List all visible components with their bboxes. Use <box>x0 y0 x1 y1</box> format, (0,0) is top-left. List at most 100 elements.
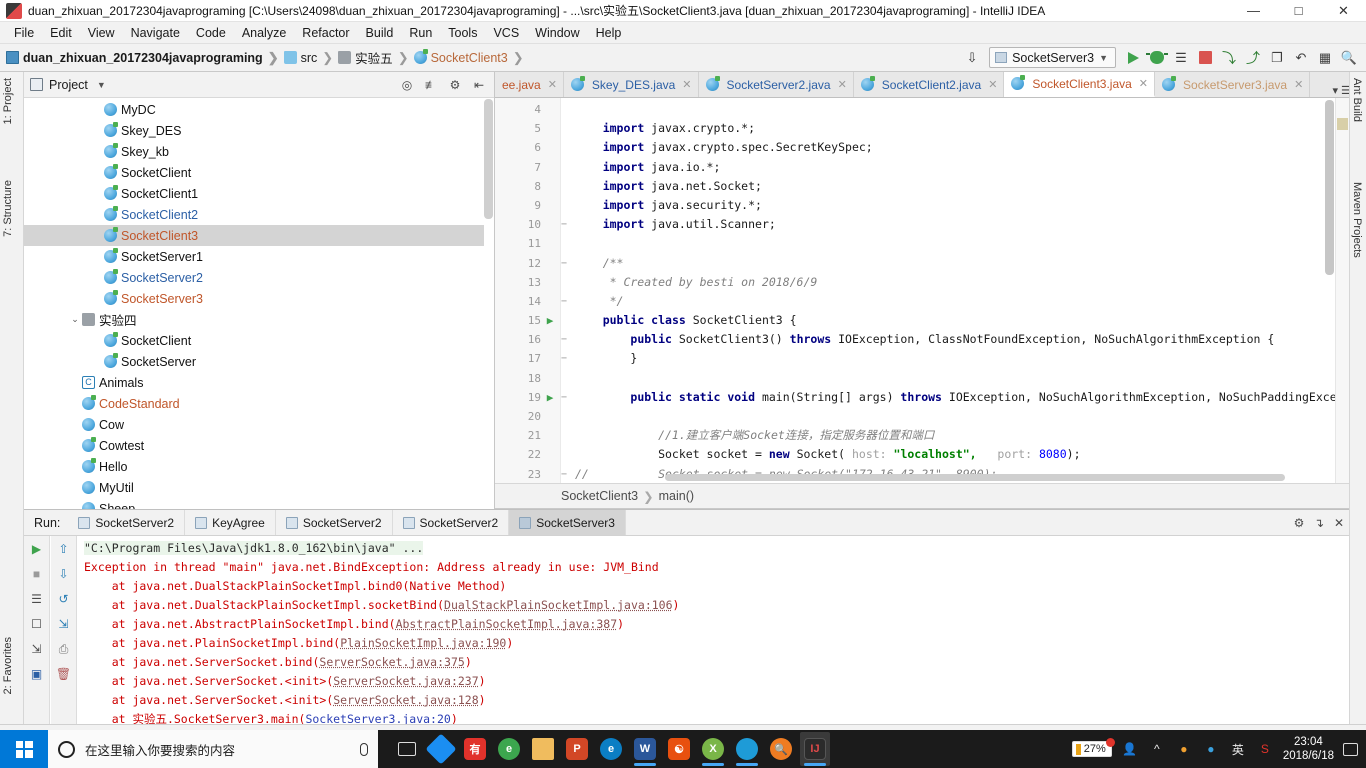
tree-node[interactable]: SocketServer <box>24 351 484 372</box>
tree-node[interactable]: MyUtil <box>24 477 484 498</box>
tree-node[interactable]: SocketClient <box>24 330 484 351</box>
fold-marker-icon[interactable]: − <box>557 292 571 311</box>
settings-icon[interactable]: ⚙ <box>446 76 464 94</box>
cortana-icon[interactable] <box>732 732 762 766</box>
task-view-icon[interactable] <box>392 732 422 766</box>
close-icon[interactable]: ✕ <box>548 78 557 91</box>
scroll-to-end-icon[interactable]: ⇲ <box>55 615 73 633</box>
editor-horizontal-scrollbar[interactable] <box>665 474 1285 481</box>
editor-tab[interactable]: SocketClient3.java ✕ <box>1004 72 1156 97</box>
editor-tab[interactable]: ee.java ✕ <box>495 72 564 97</box>
baidu-icon[interactable]: 有 <box>460 732 490 766</box>
code-line[interactable]: 22 Socket socket = new Socket( host: "lo… <box>495 445 1335 464</box>
code-line[interactable]: 15 ▶ public class SocketClient3 { <box>495 311 1335 330</box>
tree-node[interactable]: SocketClient1 <box>24 183 484 204</box>
chevron-down-icon[interactable]: ⌄ <box>68 314 82 325</box>
chevron-down-icon[interactable]: ▼ <box>94 80 106 90</box>
breadcrumb-package[interactable]: 实验五 ❯ <box>338 48 413 67</box>
rerun-icon[interactable]: ▶ <box>28 540 46 558</box>
search-icon[interactable]: 🔍 <box>1338 47 1360 69</box>
fold-marker-icon[interactable]: − <box>557 465 571 483</box>
clock[interactable]: 23:04 2018/6/18 <box>1283 735 1334 763</box>
close-icon[interactable]: ✕ <box>1139 77 1148 90</box>
intellij-icon[interactable]: IJ <box>800 732 830 766</box>
code-line[interactable]: 16 − public SocketClient3() throws IOExce… <box>495 330 1335 349</box>
run-gutter-icon[interactable]: ▶ <box>543 388 557 407</box>
tree-node[interactable]: SocketServer3 <box>24 288 484 309</box>
menu-tools[interactable]: Tools <box>440 24 485 42</box>
tool-button-favorites[interactable]: 2: Favorites <box>2 637 14 694</box>
menu-refactor[interactable]: Refactor <box>294 24 357 42</box>
code-line[interactable]: 14 − */ <box>495 292 1335 311</box>
run-icon[interactable] <box>1122 47 1144 69</box>
close-icon[interactable]: ✕ <box>988 78 997 91</box>
tool-button-ant-build[interactable]: Ant Build <box>1351 78 1363 125</box>
menu-code[interactable]: Code <box>188 24 234 42</box>
tree-node[interactable]: SocketClient3 <box>24 225 484 246</box>
tree-node[interactable]: CodeStandard <box>24 393 484 414</box>
console-stacktrace-link[interactable]: PlainSocketImpl.java:190 <box>340 636 506 650</box>
shield-icon[interactable]: ● <box>1202 740 1220 758</box>
location-icon[interactable]: ● <box>1175 740 1193 758</box>
update-project-icon[interactable]: ⤵ <box>1218 47 1240 69</box>
menu-vcs[interactable]: VCS <box>485 24 527 42</box>
code-line[interactable]: 10 − import java.util.Scanner; <box>495 215 1335 234</box>
tree-node[interactable]: C Animals <box>24 372 484 393</box>
export-icon[interactable]: ⇲ <box>28 640 46 658</box>
code-line[interactable]: 11 <box>495 234 1335 253</box>
run-tab[interactable]: SocketServer3 <box>509 510 626 535</box>
wrap-icon[interactable]: ▣ <box>28 665 46 683</box>
edge-icon[interactable]: e <box>596 732 626 766</box>
clear-all-icon[interactable]: 🗑 <box>55 665 73 683</box>
search-everywhere-icon[interactable]: ▦ <box>1314 47 1336 69</box>
minimize-icon[interactable]: ↴ <box>1309 513 1329 533</box>
console-stacktrace-link[interactable]: SocketServer3.java:20 <box>305 712 450 724</box>
settings-icon[interactable]: ⚙ <box>1289 513 1309 533</box>
coverage-icon[interactable]: ☰ <box>1170 47 1192 69</box>
close-icon[interactable]: ✕ <box>1294 78 1303 91</box>
run-configuration-selector[interactable]: SocketServer3 ▼ <box>989 47 1116 68</box>
scroll-down-icon[interactable]: ⇩ <box>55 565 73 583</box>
menu-analyze[interactable]: Analyze <box>234 24 294 42</box>
tree-node[interactable]: Hello <box>24 456 484 477</box>
editor-tab[interactable]: SocketServer3.java ✕ <box>1155 72 1311 97</box>
fold-marker-icon[interactable]: − <box>557 215 571 234</box>
tree-node[interactable]: ⌄ 实验四 <box>24 309 484 330</box>
console-stacktrace-link[interactable]: ServerSocket.java:375 <box>319 655 464 669</box>
console-stacktrace-link[interactable]: AbstractPlainSocketImpl.java:387 <box>396 617 618 631</box>
console-stacktrace-link[interactable]: ServerSocket.java:128 <box>333 693 478 707</box>
tree-node[interactable]: SocketServer2 <box>24 267 484 288</box>
breadcrumb-method-name[interactable]: main() <box>659 489 694 503</box>
code-line[interactable]: 6 import javax.crypto.spec.SecretKeySpec… <box>495 138 1335 157</box>
copy-icon[interactable]: ❐ <box>1266 47 1288 69</box>
sort-icon[interactable]: ⇩ <box>961 47 983 69</box>
tree-node[interactable]: Skey_kb <box>24 141 484 162</box>
ie-green-icon[interactable]: e <box>494 732 524 766</box>
dingtalk-icon[interactable] <box>425 732 457 766</box>
xmind-icon[interactable]: X <box>698 732 728 766</box>
project-tree[interactable]: MyDC Skey_DES Skey_kb SocketClient SocketCli… <box>24 98 484 509</box>
collapse-all-icon[interactable]: ≢ <box>422 76 440 94</box>
microphone-icon[interactable] <box>360 742 368 756</box>
breadcrumb-project[interactable]: duan_zhixuan_20172304javaprograming ❯ <box>6 50 284 66</box>
tool-button-maven[interactable]: Maven Projects <box>1351 182 1363 261</box>
close-icon[interactable]: ✕ <box>682 78 691 91</box>
maximize-button[interactable]: □ <box>1276 0 1321 22</box>
tool-button-project[interactable]: 1: Project <box>2 78 14 124</box>
code-editor[interactable]: 45 import javax.crypto.*; 6 import javax.… <box>495 98 1335 483</box>
run-tab[interactable]: SocketServer2 <box>68 510 186 535</box>
code-line[interactable]: 18 <box>495 369 1335 388</box>
project-scrollbar[interactable] <box>484 99 493 219</box>
chevron-up-icon[interactable]: ^ <box>1148 740 1166 758</box>
explorer-icon[interactable] <box>528 732 558 766</box>
breadcrumb-src[interactable]: src ❯ <box>283 50 339 66</box>
code-line[interactable]: 4 <box>495 100 1335 119</box>
hide-icon[interactable]: ⇤ <box>470 76 488 94</box>
tree-node[interactable]: MyDC <box>24 99 484 120</box>
editor-tab[interactable]: SocketServer2.java ✕ <box>698 72 854 97</box>
menu-navigate[interactable]: Navigate <box>123 24 188 42</box>
code-line[interactable]: 12 − /** <box>495 254 1335 273</box>
menu-file[interactable]: File <box>6 24 42 42</box>
people-icon[interactable]: 👤 <box>1121 740 1139 758</box>
run-tab[interactable]: SocketServer2 <box>275 510 393 535</box>
